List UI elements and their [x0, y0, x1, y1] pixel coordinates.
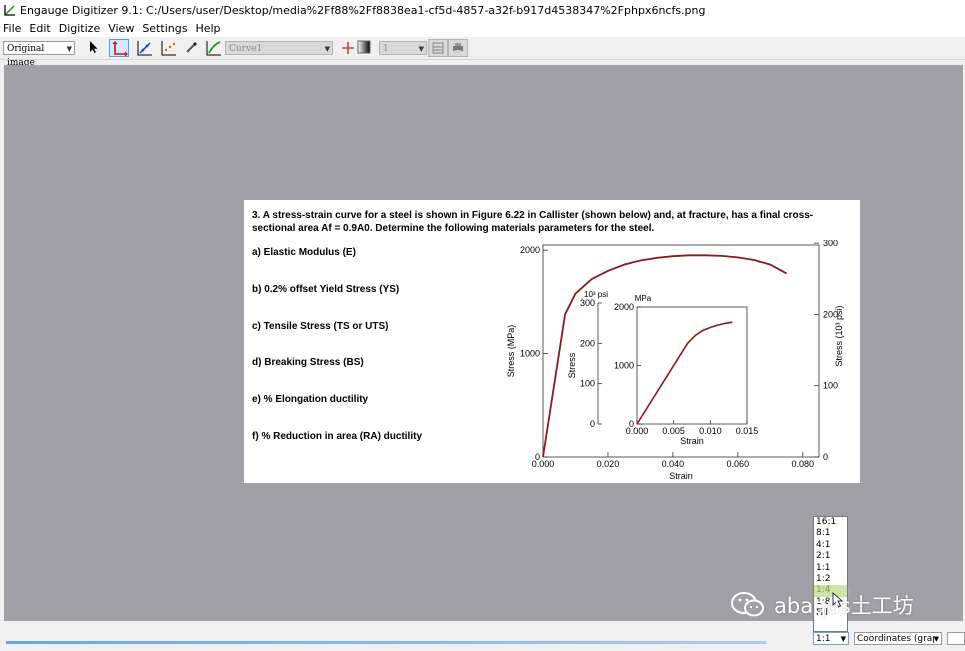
menu-edit[interactable]: Edit	[26, 22, 55, 35]
inset-psi-unit-label: 10³ psi	[584, 290, 608, 299]
zoom-option[interactable]: 2:1	[814, 551, 847, 562]
question-line-1: 3. A stress-strain curve for a steel is …	[252, 210, 814, 221]
color-picker-button[interactable]	[183, 39, 203, 57]
y-tick-label: 0	[535, 452, 540, 462]
zoom-option[interactable]: 4:1	[814, 540, 847, 551]
menu-view[interactable]: View	[105, 22, 139, 35]
status-readout	[947, 632, 965, 645]
coordinates-select[interactable]: Coordinates (grap ▼	[854, 632, 942, 645]
y-right-axis-label: Stress (10³ psi)	[834, 305, 844, 366]
x-axis-label: Strain	[669, 471, 693, 481]
app-icon	[4, 5, 15, 16]
question-item-b: b) 0.2% offset Yield Stress (YS)	[252, 284, 400, 295]
arrow-cursor-icon	[90, 41, 98, 53]
curve-select-value: Curve1	[229, 44, 263, 54]
stress-strain-chart: 0.000 0.020 0.040 0.060 0.080010002000010020…	[506, 240, 844, 481]
zoom-value: 1:1	[816, 634, 831, 644]
inset-psi-tick-label: 200	[580, 338, 595, 348]
chevron-down-icon: ▼	[840, 635, 846, 643]
question-text: 3. A stress-strain curve for a steel is …	[252, 209, 852, 235]
inset-x-tick-label: 0.015	[736, 426, 759, 436]
y-right-tick-label: 300	[823, 240, 838, 248]
title-bar: Engauge Digitizer 9.1: C:/Users/user/Des…	[0, 0, 965, 20]
progress-bar	[6, 641, 766, 644]
x-tick-label: 0.060	[727, 459, 750, 469]
inset-y-tick-label: 0	[629, 419, 634, 429]
question-item-d: d) Breaking Stress (BS)	[252, 357, 364, 368]
menu-file[interactable]: File	[0, 22, 26, 35]
crosshair-icon	[342, 42, 354, 54]
gradient-icon	[357, 40, 371, 54]
zoom-option[interactable]: 1:2	[814, 574, 847, 585]
chevron-down-icon: ▼	[324, 45, 330, 53]
printer-icon	[453, 43, 463, 53]
y-tick-label: 2000	[520, 245, 540, 255]
chevron-down-icon: ▼	[66, 45, 72, 53]
menu-digitize[interactable]: Digitize	[56, 22, 105, 35]
inset-psi-tick-label: 0	[590, 419, 595, 429]
segment-fill-icon	[206, 41, 221, 56]
point-count-select[interactable]: 1 ▼	[379, 41, 427, 55]
menu-bar: File Edit Digitize View Settings Help	[0, 20, 965, 37]
grid-toggle-button[interactable]	[428, 39, 448, 57]
inset-x-axis-label: Strain	[680, 436, 704, 446]
zoom-option[interactable]: 16:1	[814, 517, 847, 528]
print-button[interactable]	[448, 39, 468, 57]
pipette-icon	[186, 41, 198, 53]
wechat-icon	[731, 592, 764, 617]
x-tick-label: 0.020	[597, 459, 620, 469]
point-match-tool-button[interactable]	[159, 39, 179, 57]
select-tool-button[interactable]	[84, 39, 104, 57]
chevron-down-icon: ▼	[418, 45, 424, 53]
y-axis-label: Stress (MPa)	[506, 325, 516, 378]
zoom-option[interactable]: 8:1	[814, 528, 847, 539]
axis-points-tool-button[interactable]	[109, 39, 129, 57]
axis-icon	[112, 41, 128, 57]
curve-points-tool-button[interactable]	[135, 39, 155, 57]
watermark: abaqus土工坊	[730, 590, 914, 620]
x-tick-label: 0.040	[662, 459, 685, 469]
x-tick-label: 0.080	[791, 459, 814, 469]
grid-icon	[432, 42, 444, 54]
zoom-select[interactable]: 1:1 ▼	[813, 632, 849, 645]
question-item-a: a) Elastic Modulus (E)	[252, 247, 356, 258]
segment-fill-tool-button[interactable]	[204, 39, 224, 57]
coordinates-value: Coordinates (grap	[857, 634, 939, 644]
question-item-e: e) % Elongation ductility	[252, 394, 369, 405]
inset-mpa-unit-label: MPa	[635, 294, 652, 303]
y-tick-label: 1000	[520, 349, 540, 359]
inset-psi-tick-label: 300	[580, 298, 595, 308]
inset-x-tick-label: 0.005	[662, 426, 685, 436]
gradient-button[interactable]	[355, 39, 375, 57]
inset-psi-tick-label: 100	[580, 379, 595, 389]
y-right-tick-label: 100	[823, 381, 838, 391]
question-item-c: c) Tensile Stress (TS or UTS)	[252, 321, 389, 332]
curve-points-icon	[137, 41, 152, 56]
y-right-tick-label: 0	[823, 452, 828, 462]
menu-settings[interactable]: Settings	[139, 22, 192, 35]
inset-plot-frame	[636, 306, 748, 425]
background-select[interactable]: Original image ▼	[3, 41, 75, 68]
inset-y-tick-label: 2000	[614, 302, 634, 312]
inset-x-tick-label: 0.010	[699, 426, 722, 436]
menu-help[interactable]: Help	[192, 22, 225, 35]
curve-select[interactable]: Curve1 ▼	[225, 41, 333, 55]
question-line-2: sectional area Af = 0.9A0. Determine the…	[252, 223, 655, 234]
question-item-f: f) % Reduction in area (RA) ductility	[252, 431, 423, 442]
zoom-option[interactable]: 1:1	[814, 563, 847, 574]
inset-y-tick-label: 1000	[614, 361, 634, 371]
window-title: Engauge Digitizer 9.1: C:/Users/user/Des…	[20, 3, 706, 17]
point-match-icon	[161, 41, 176, 56]
loaded-image[interactable]: 3. A stress-strain curve for a steel is …	[244, 200, 860, 483]
chevron-down-icon: ▼	[933, 633, 939, 644]
watermark-text: abaqus土工坊	[774, 594, 914, 618]
point-count-value: 1	[383, 44, 389, 54]
inset-y-axis-label: Stress	[567, 352, 577, 378]
